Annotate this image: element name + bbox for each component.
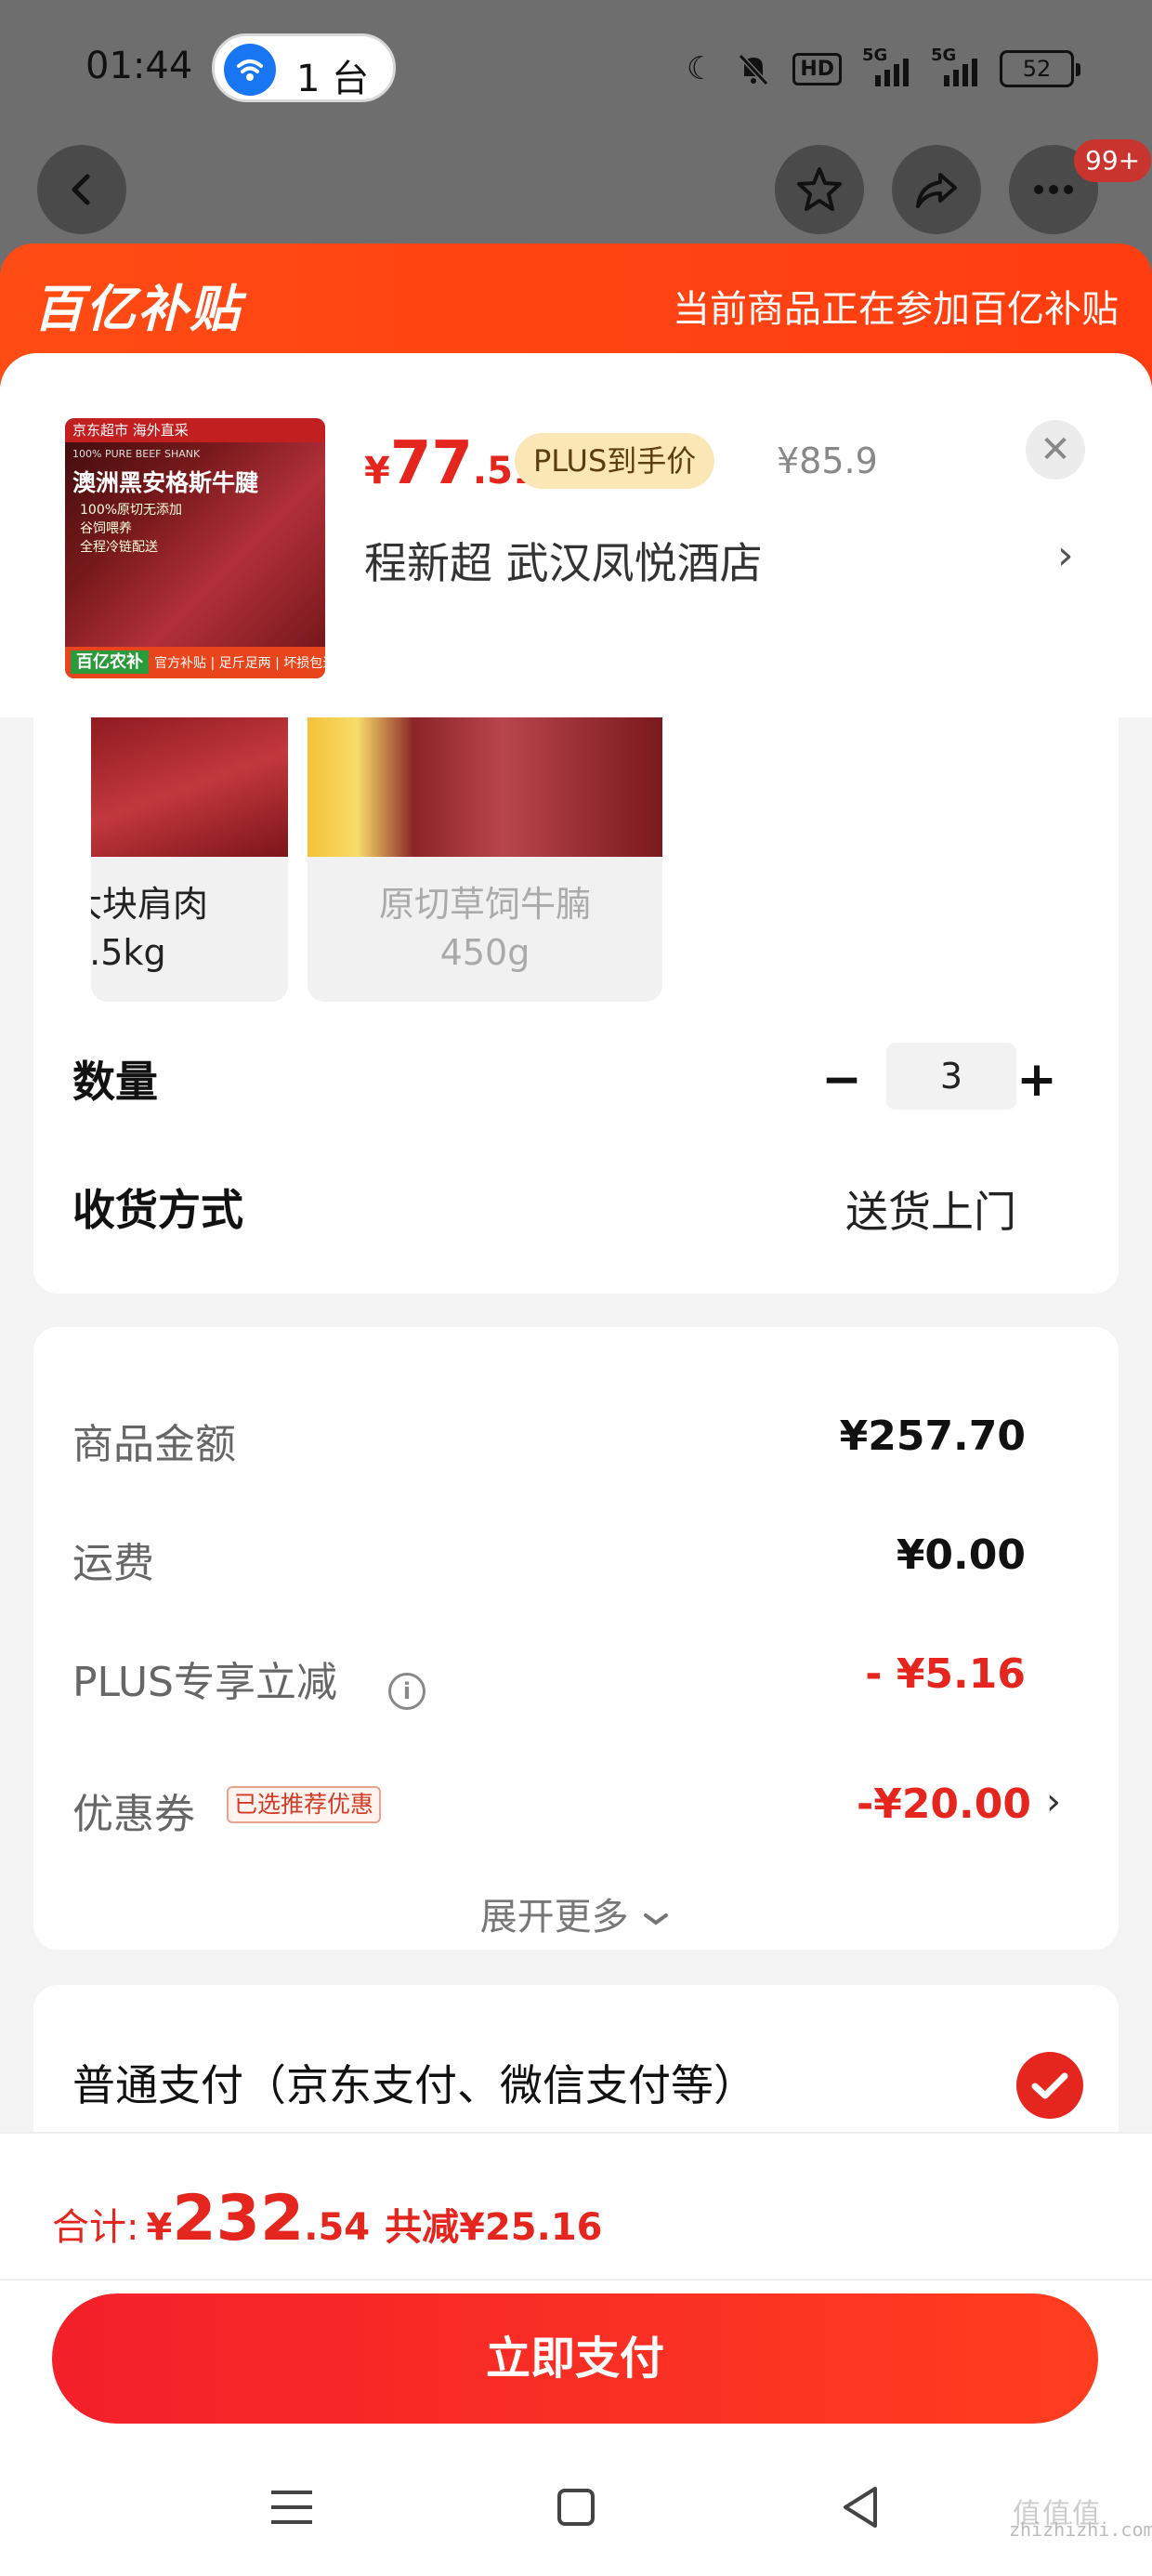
subsidy-logo: 百亿补贴 xyxy=(33,280,242,338)
price-currency: ¥ xyxy=(364,450,390,493)
status-icons: ☾ HD 5G 5G 52 xyxy=(686,46,1080,91)
checkmark-icon[interactable] xyxy=(1016,2052,1083,2119)
triangle-back-icon xyxy=(844,2487,877,2528)
quantity-input[interactable]: 3 xyxy=(886,1043,1016,1110)
delivery-method[interactable]: 送货上门 xyxy=(845,1178,1016,1240)
variant-option[interactable]: 原切草饲牛腩 450g xyxy=(308,717,662,1002)
variant-option[interactable]: 大块肩肉 1.5kg xyxy=(91,717,288,1002)
variant-image xyxy=(308,717,662,857)
thumb-brand: 百亿农补 xyxy=(71,651,149,674)
signal-icon-2: 5G xyxy=(931,46,979,86)
subsidy-note: 当前商品正在参加百亿补贴 xyxy=(673,288,1119,331)
thumb-subtitle: 100% PURE BEEF SHANK xyxy=(72,448,201,460)
plus-price-tag: PLUS到手价 xyxy=(515,433,715,489)
divider xyxy=(0,2279,1152,2280)
chevron-right-icon[interactable]: › xyxy=(1046,1781,1061,1823)
thumb-title: 澳洲黑安格斯牛腱 xyxy=(72,469,259,496)
total-saving: 共减¥25.16 xyxy=(385,2206,603,2249)
chevron-down-icon xyxy=(644,1913,669,1925)
square-icon xyxy=(557,2489,595,2526)
battery-icon: 52 xyxy=(1000,50,1080,87)
variant-label: 大块肩肉 1.5kg xyxy=(91,880,264,977)
close-button[interactable]: ✕ xyxy=(1026,420,1085,480)
info-icon[interactable]: i xyxy=(388,1673,425,1710)
original-price: ¥85.9 xyxy=(777,440,878,481)
status-time: 01:44 xyxy=(85,45,193,87)
watermark-text: zhizhizhi.com xyxy=(1009,2518,1152,2541)
plus-discount-value: - ¥5.16 xyxy=(865,1650,1026,1698)
payment-method-card[interactable]: 普通支付（京东支付、微信支付等） xyxy=(33,1985,1119,2152)
variant-weight: 450g xyxy=(439,932,530,973)
quantity-decrease-button[interactable]: − xyxy=(814,1052,870,1108)
thumb-feature: 谷饲喂养 xyxy=(80,521,132,536)
mute-bell-icon xyxy=(739,53,769,86)
goods-amount-label: 商品金额 xyxy=(72,1421,236,1468)
price-integer: 77 xyxy=(389,429,473,498)
plus-discount-label: PLUS专享立减 xyxy=(72,1659,337,1706)
shipping-value: ¥0.00 xyxy=(896,1531,1026,1579)
chevron-left-icon xyxy=(72,174,90,205)
checkout-footer: 合计: ¥ 232 .54 共减¥25.16 立即支付 xyxy=(0,2132,1152,2576)
total-decimal: .54 xyxy=(304,2206,371,2249)
variant-name: 大块肩肉 xyxy=(91,884,209,925)
quantity-label: 数量 xyxy=(72,1057,158,1107)
hd-voice-icon: HD xyxy=(792,52,842,85)
goods-amount-value: ¥257.70 xyxy=(839,1413,1026,1460)
product-thumbnail: 京东超市 海外直采 100% PURE BEEF SHANK 澳洲黑安格斯牛腱 … xyxy=(65,418,325,678)
payment-method-label: 普通支付（京东支付、微信支付等） xyxy=(72,2060,756,2110)
more-dots-icon xyxy=(1034,185,1073,194)
signal-icon-1: 5G xyxy=(862,46,910,86)
variant-name: 原切草饲牛腩 xyxy=(378,884,591,925)
coupon-tag: 已选推荐优惠 xyxy=(227,1786,382,1823)
thumb-feature: 全程冷链配送 xyxy=(80,540,158,555)
total-label: 合计: xyxy=(52,2206,139,2249)
status-bar: 01:44 1 台 ☾ HD 5G 5G 52 xyxy=(0,0,1152,139)
close-icon: ✕ xyxy=(1040,428,1071,471)
chevron-right-icon[interactable]: › xyxy=(1057,532,1074,579)
thumb-top-label: 京东超市 海外直采 xyxy=(65,418,325,442)
quantity-increase-button[interactable]: + xyxy=(1009,1052,1065,1108)
thumb-tags: 官方补贴 | 足斤足两 | 坏损包退 xyxy=(154,656,325,671)
hotspot-indicator[interactable]: 1 台 xyxy=(212,33,396,102)
product-summary: 京东超市 海外直采 100% PURE BEEF SHANK 澳洲黑安格斯牛腱 … xyxy=(0,353,1152,717)
message-count-badge: 99+ xyxy=(1074,139,1152,182)
expand-more-button[interactable]: 展开更多 xyxy=(33,1886,1119,1940)
favorite-button[interactable] xyxy=(775,145,864,234)
expand-more-label: 展开更多 xyxy=(479,1896,629,1939)
delivery-label: 收货方式 xyxy=(72,1185,243,1235)
variant-label: 原切草饲牛腩 450g xyxy=(308,880,662,977)
thumb-bottom-strip: 百亿农补 官方补贴 | 足斤足两 | 坏损包退 xyxy=(65,647,325,678)
hotspot-device-count: 1 台 xyxy=(296,58,370,100)
amounts-card: 商品金额 ¥257.70 运费 ¥0.00 PLUS专享立减 i - ¥5.16… xyxy=(33,1327,1119,1950)
home-nav-button[interactable] xyxy=(539,2470,613,2544)
variant-weight: 1.5kg xyxy=(91,932,166,973)
pay-now-button[interactable]: 立即支付 xyxy=(52,2293,1098,2424)
variant-image xyxy=(91,717,288,857)
share-button[interactable] xyxy=(892,145,981,234)
coupon-label: 优惠券 xyxy=(72,1791,195,1838)
thumb-feature: 100%原切无添加 xyxy=(80,503,183,518)
back-button[interactable] xyxy=(37,145,126,234)
back-nav-button[interactable] xyxy=(823,2470,897,2544)
menu-icon xyxy=(271,2491,312,2524)
total-integer: 232 xyxy=(172,2182,305,2255)
store-name[interactable]: 程新超 武汉凤悦酒店 xyxy=(364,530,763,591)
total-currency: ¥ xyxy=(146,2206,173,2249)
options-card: 大块肩肉 1.5kg 原切草饲牛腩 450g 数量 − 3 + 收货方式 送货上… xyxy=(33,717,1119,1294)
star-icon xyxy=(797,167,842,211)
moon-icon: ☾ xyxy=(686,50,715,87)
menu-nav-button[interactable] xyxy=(255,2470,329,2544)
wifi-hotspot-icon xyxy=(224,44,276,96)
share-icon xyxy=(916,173,957,208)
plus-price: ¥77.51 xyxy=(364,429,539,498)
coupon-value[interactable]: -¥20.00 xyxy=(857,1781,1031,1828)
order-total: 合计: ¥ 232 .54 共减¥25.16 xyxy=(52,2182,603,2255)
shipping-label: 运费 xyxy=(72,1540,154,1587)
